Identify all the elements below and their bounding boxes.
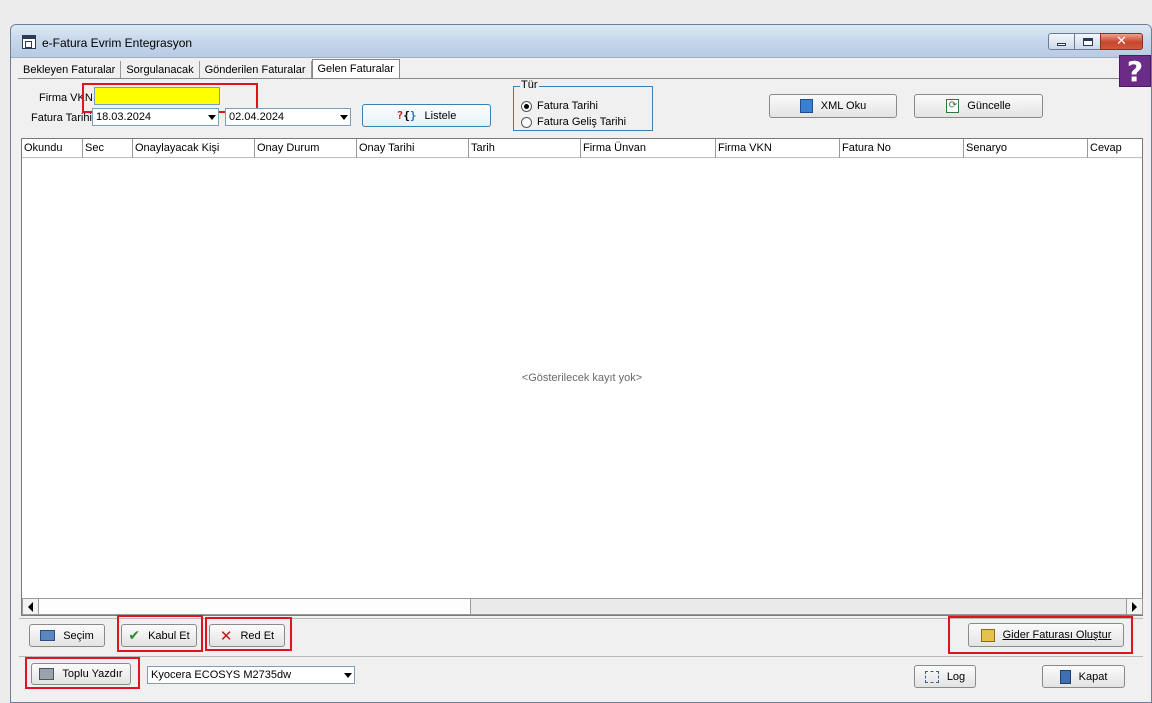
chevron-down-icon [340, 115, 348, 120]
col-fatura-no[interactable]: Fatura No [840, 139, 964, 158]
col-tarih[interactable]: Tarih [469, 139, 581, 158]
col-senaryo[interactable]: Senaryo [964, 139, 1088, 158]
radio-unselected-icon [521, 116, 532, 128]
update-button-label: Güncelle [967, 100, 1011, 112]
help-button[interactable]: ? [1119, 54, 1151, 88]
arrow-left-icon [28, 601, 33, 612]
radio-selected-icon [521, 100, 532, 112]
printer-icon [40, 630, 56, 641]
highlight-accept [117, 615, 203, 652]
close-button-label: Kapat [1078, 670, 1108, 683]
list-button-label: Listele [424, 109, 457, 122]
xml-file-icon [799, 99, 813, 113]
query-icon: ?{} [396, 109, 417, 122]
type-group: Tür Fatura Tarihi Fatura Geliş Tarihi [513, 79, 653, 131]
refresh-icon: ⟳ [946, 99, 960, 113]
col-onaylayacak-kisi[interactable]: Onaylayacak Kişi [133, 139, 255, 158]
tab-gonderilen-faturalar[interactable]: Gönderilen Faturalar [200, 61, 312, 79]
selection-button[interactable]: Seçim [29, 624, 105, 647]
tab-bekleyen-faturalar[interactable]: Bekleyen Faturalar [18, 61, 122, 79]
printer-select-value: Kyocera ECOSYS M2735dw [151, 669, 292, 681]
type-group-legend: Tür [520, 79, 539, 91]
door-icon [1059, 669, 1071, 684]
col-firma-unvan[interactable]: Firma Ünvan [581, 139, 716, 158]
date-to-value: 02.04.2024 [229, 111, 285, 123]
xml-read-button-label: XML Oku [820, 100, 867, 112]
title-bar[interactable]: e-Fatura Evrim Entegrasyon ✕ [11, 25, 1151, 58]
app-window-icon [22, 35, 36, 49]
window-title: e-Fatura Evrim Entegrasyon [42, 36, 193, 50]
log-icon [924, 670, 939, 683]
radio-fatura-tarihi[interactable]: Fatura Tarihi [521, 100, 598, 112]
tab-divider [18, 78, 1151, 79]
update-button[interactable]: ⟳ Güncelle [914, 94, 1043, 118]
col-okundu[interactable]: Okundu [22, 139, 83, 158]
scroll-left-button[interactable] [23, 599, 39, 614]
empty-grid-message: <Gösterilecek kayıt yok> [521, 372, 643, 384]
highlight-expense-invoice [948, 616, 1133, 654]
divider [19, 656, 1143, 657]
date-label: Fatura Tarihi [31, 112, 92, 124]
tab-sorgulanacak[interactable]: Sorgulanacak [121, 61, 200, 79]
date-to-picker[interactable]: 02.04.2024 [225, 108, 351, 126]
help-icon: ? [1126, 54, 1144, 88]
log-button-label: Log [946, 670, 966, 683]
col-firma-vkn[interactable]: Firma VKN [716, 139, 840, 158]
close-button[interactable]: Kapat [1042, 665, 1125, 688]
highlight-bulk-print [25, 657, 140, 689]
arrow-right-icon [1132, 601, 1137, 612]
selection-button-label: Seçim [63, 629, 94, 642]
main-window: e-Fatura Evrim Entegrasyon ✕ Bekleyen Fa… [10, 24, 1152, 703]
radio-fatura-tarihi-label: Fatura Tarihi [537, 100, 598, 112]
minimize-icon [1057, 43, 1066, 46]
radio-fatura-gelis-tarihi[interactable]: Fatura Geliş Tarihi [521, 116, 626, 128]
list-button[interactable]: ?{} Listele [362, 104, 491, 127]
tab-gelen-faturalar[interactable]: Gelen Faturalar [311, 59, 400, 79]
close-window-button[interactable]: ✕ [1100, 33, 1143, 50]
radio-fatura-gelis-tarihi-label: Fatura Geliş Tarihi [537, 116, 627, 128]
scroll-right-button[interactable] [1126, 599, 1142, 614]
col-sec[interactable]: Sec [83, 139, 133, 158]
window-controls: ✕ [1048, 33, 1143, 51]
col-onay-tarihi[interactable]: Onay Tarihi [357, 139, 469, 158]
chevron-down-icon [344, 673, 352, 678]
maximize-button[interactable] [1074, 33, 1101, 50]
col-onay-durum[interactable]: Onay Durum [255, 139, 357, 158]
log-button[interactable]: Log [914, 665, 976, 688]
tab-strip: Bekleyen Faturalar Sorgulanacak Gönderil… [18, 59, 400, 79]
printer-select[interactable]: Kyocera ECOSYS M2735dw [147, 666, 355, 684]
invoice-grid[interactable]: Okundu Sec Onaylayacak Kişi Onay Durum O… [21, 138, 1143, 616]
close-icon: ✕ [1116, 34, 1127, 49]
horizontal-scrollbar[interactable] [22, 598, 1143, 615]
grid-header: Okundu Sec Onaylayacak Kişi Onay Durum O… [22, 139, 1142, 158]
highlight-reject [205, 617, 292, 651]
scrollbar-thumb[interactable] [39, 599, 471, 614]
col-cevap[interactable]: Cevap [1088, 139, 1142, 158]
date-from-value: 18.03.2024 [96, 111, 152, 123]
minimize-button[interactable] [1048, 33, 1075, 50]
chevron-down-icon [208, 115, 216, 120]
xml-read-button[interactable]: XML Oku [769, 94, 897, 118]
maximize-icon [1082, 37, 1093, 46]
date-from-picker[interactable]: 18.03.2024 [92, 108, 219, 126]
